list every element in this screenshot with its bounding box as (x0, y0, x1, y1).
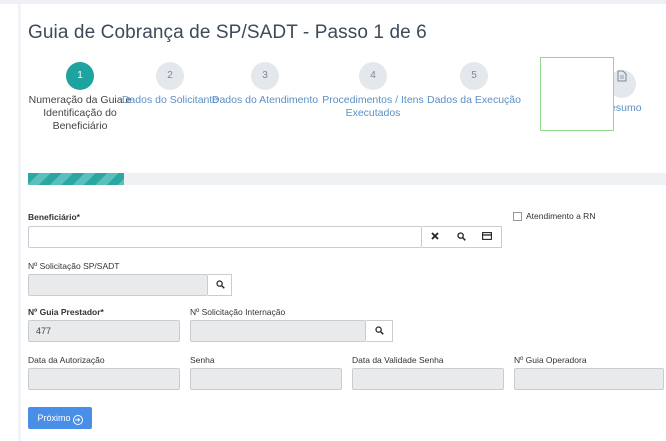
step-4[interactable]: 4 Procedimentos / Itens Executados (318, 62, 428, 120)
search-icon[interactable] (368, 320, 390, 342)
left-border (18, 4, 21, 441)
guia-prestador-input[interactable]: 477 (28, 320, 180, 342)
step-3-number: 3 (251, 62, 279, 90)
beneficiario-input[interactable] (28, 226, 422, 248)
solicitacao-spsadt-input[interactable] (28, 274, 208, 296)
step-2-number: 2 (156, 62, 184, 90)
arrow-right-icon: ➜ (72, 415, 83, 425)
atendimento-rn-label: Atendimento a RN (526, 211, 596, 221)
guia-operadora-input[interactable] (514, 368, 664, 390)
page-title: Guia de Cobrança de SP/SADT - Passo 1 de… (28, 22, 427, 43)
progress-bar (28, 173, 666, 185)
step-1-number: 1 (66, 62, 94, 90)
progress-fill (28, 173, 124, 185)
card-icon[interactable] (476, 226, 498, 248)
step-4-label: Procedimentos / Itens Executados (322, 94, 424, 119)
data-autorizacao-input[interactable] (28, 368, 180, 390)
senha-label: Senha (190, 355, 215, 365)
close-icon[interactable] (424, 226, 446, 248)
data-validade-senha-input[interactable] (352, 368, 504, 390)
step-2[interactable]: 2 Dados do Solicitante (115, 62, 225, 107)
search-icon[interactable] (450, 226, 472, 248)
step-2-label: Dados do Solicitante (121, 94, 219, 106)
solicitacao-internacao-input[interactable] (190, 320, 366, 342)
guia-operadora-label: Nº Guia Operadora (514, 355, 587, 365)
step-5-number: 5 (460, 62, 488, 90)
step-3[interactable]: 3 Dados do Atendimento (210, 62, 320, 107)
data-validade-senha-label: Data da Validade Senha (352, 355, 444, 365)
beneficiario-label: Beneficiário* (28, 212, 80, 222)
highlight-box (540, 57, 614, 131)
next-button-label: Próximo (37, 413, 71, 423)
search-icon[interactable] (209, 274, 231, 296)
solicitacao-spsadt-label: Nº Solicitação SP/SADT (28, 261, 120, 271)
step-3-label: Dados do Atendimento (211, 94, 319, 106)
next-button[interactable]: Próximo ➜ (28, 407, 92, 429)
senha-input[interactable] (190, 368, 342, 390)
data-autorizacao-label: Data da Autorização (28, 355, 105, 365)
solicitacao-internacao-label: Nº Solicitação Internação (190, 307, 286, 317)
top-border (0, 0, 666, 4)
step-4-number: 4 (359, 62, 387, 90)
step-5-label: Dados da Execução (427, 94, 521, 106)
atendimento-rn-checkbox[interactable] (513, 212, 522, 221)
guia-prestador-label: Nº Guia Prestador* (28, 307, 104, 317)
step-5[interactable]: 5 Dados da Execução (419, 62, 529, 107)
